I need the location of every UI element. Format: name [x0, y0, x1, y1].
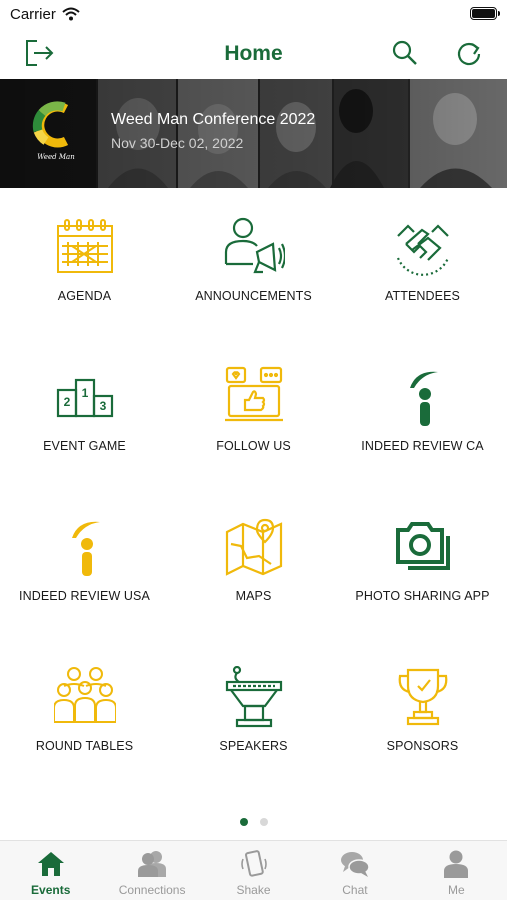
tile-label: INDEED REVIEW USA — [19, 589, 150, 603]
svg-text:1: 1 — [82, 386, 89, 400]
refresh-icon — [457, 42, 481, 66]
carrier-label: Carrier — [10, 5, 56, 23]
wifi-icon — [62, 7, 80, 21]
tile-label: AGENDA — [57, 289, 112, 303]
logout-button[interactable] — [22, 36, 56, 70]
tile-label: ANNOUNCEMENTS — [195, 289, 312, 303]
map-icon — [225, 518, 283, 576]
tab-label: Me — [447, 883, 465, 897]
tab-connections[interactable]: Connections — [101, 841, 202, 900]
trophy-icon — [398, 668, 448, 726]
lectern-icon — [225, 666, 283, 728]
camera-icon — [396, 522, 450, 570]
svg-text:3: 3 — [100, 399, 107, 413]
tile-label: INDEED REVIEW CA — [361, 439, 484, 453]
tile-sponsors[interactable]: SPONSORS — [338, 638, 507, 788]
indeed-icon — [410, 371, 438, 426]
search-icon — [392, 40, 417, 65]
tab-label: Connections — [118, 883, 186, 897]
search-button[interactable] — [388, 36, 422, 70]
tile-label: FOLLOW US — [216, 439, 291, 453]
event-dates: Nov 30-Dec 02, 2022 — [111, 135, 244, 151]
tile-agenda[interactable]: AGENDA — [0, 188, 169, 338]
tab-me[interactable]: Me — [406, 841, 507, 900]
tile-indeed-review-ca[interactable]: INDEED REVIEW CA — [338, 338, 507, 488]
status-bar: Carrier — [0, 0, 507, 28]
people-icon — [138, 851, 167, 877]
feature-grid: AGENDA ANNOUNCEMENTS ATTENDEES 1 2 3 EVE… — [0, 188, 507, 808]
chat-bubbles-icon — [340, 852, 370, 877]
handshake-icon — [396, 224, 450, 276]
tab-events[interactable]: Events — [0, 841, 101, 900]
megaphone-person-icon — [224, 217, 285, 274]
tab-label: Events — [31, 883, 71, 897]
tile-round-tables[interactable]: ROUND TABLES — [0, 638, 169, 788]
indeed-icon — [72, 521, 100, 576]
group-icon — [54, 667, 116, 723]
tile-maps[interactable]: MAPS — [169, 488, 338, 638]
event-banner[interactable]: Weed Man Weed Man Conference 2022 Nov 30… — [0, 79, 507, 188]
refresh-button[interactable] — [452, 36, 486, 70]
page-dot-2[interactable] — [259, 818, 268, 826]
tab-shake[interactable]: Shake — [203, 841, 304, 900]
podium-icon: 1 2 3 — [56, 378, 114, 418]
svg-text:2: 2 — [64, 395, 71, 409]
tile-indeed-review-usa[interactable]: INDEED REVIEW USA — [0, 488, 169, 638]
tile-label: EVENT GAME — [43, 439, 126, 453]
tile-photo-sharing-app[interactable]: PHOTO SHARING APP — [338, 488, 507, 638]
calendar-icon — [57, 219, 113, 273]
person-icon — [444, 850, 469, 878]
tab-bar: Events Connections Shake Chat Me — [0, 840, 507, 900]
tile-label: MAPS — [235, 589, 272, 603]
social-media-icon — [225, 366, 283, 422]
tab-chat[interactable]: Chat — [304, 841, 405, 900]
svg-text:Weed Man: Weed Man — [37, 153, 75, 161]
battery-icon — [470, 7, 500, 20]
nav-bar: Home — [0, 28, 507, 79]
tile-follow-us[interactable]: FOLLOW US — [169, 338, 338, 488]
tile-attendees[interactable]: ATTENDEES — [338, 188, 507, 338]
tile-label: SPEAKERS — [219, 739, 288, 753]
tile-label: ATTENDEES — [385, 289, 460, 303]
page-indicator — [0, 818, 507, 828]
tile-speakers[interactable]: SPEAKERS — [169, 638, 338, 788]
tab-label: Shake — [236, 883, 271, 897]
tile-label: SPONSORS — [386, 739, 459, 753]
tile-label: PHOTO SHARING APP — [355, 589, 490, 603]
logout-icon — [26, 40, 54, 66]
house-icon — [37, 852, 64, 876]
page-title: Home — [224, 41, 283, 65]
event-logo: Weed Man — [32, 101, 75, 161]
event-title: Weed Man Conference 2022 — [111, 111, 316, 128]
tile-announcements[interactable]: ANNOUNCEMENTS — [169, 188, 338, 338]
tile-event-game[interactable]: 1 2 3 EVENT GAME — [0, 338, 169, 488]
page-dot-1[interactable] — [239, 818, 248, 826]
tile-label: ROUND TABLES — [35, 739, 134, 753]
tab-label: Chat — [342, 883, 368, 897]
phone-shake-icon — [240, 850, 267, 877]
